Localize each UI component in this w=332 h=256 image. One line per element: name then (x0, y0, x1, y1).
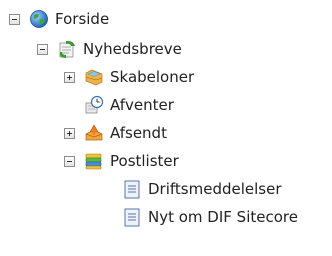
template-folder-icon (85, 69, 103, 86)
tree-node-label: Afventer (110, 96, 174, 114)
tree-node-label: Skabeloner (110, 68, 195, 86)
tree-node-afsendt[interactable]: Afsendt (64, 119, 167, 147)
content-tree: Forside Nyhedsbreve Skabeloner Afventer … (0, 0, 332, 256)
tree-node-label: Nyt om DIF Sitecore (148, 208, 298, 226)
tree-node-afventer[interactable]: Afventer (64, 91, 174, 119)
tree-node-label: Postlister (110, 152, 179, 170)
tree-node-postlister[interactable]: Postlister (64, 147, 179, 175)
expand-toggle-afsendt[interactable] (64, 127, 75, 139)
document-icon (124, 208, 140, 227)
collapse-toggle-nyhedsbreve[interactable] (37, 43, 48, 55)
mailing-list-icon (85, 153, 102, 170)
tree-node-forside[interactable]: Forside (9, 5, 109, 33)
sent-outbox-icon (85, 124, 103, 141)
tree-node-label: Forside (55, 10, 110, 28)
tree-node-label: Driftsmeddelelser (148, 180, 282, 198)
newsletter-icon (59, 40, 75, 58)
tree-node-skabeloner[interactable]: Skabeloner (64, 63, 194, 91)
tree-node-label: Afsendt (110, 124, 167, 142)
tree-node-label: Nyhedsbreve (83, 40, 182, 58)
globe-icon (30, 10, 48, 28)
tree-node-nyhedsbreve[interactable]: Nyhedsbreve (37, 35, 182, 63)
collapse-toggle-postlister[interactable] (64, 155, 75, 167)
expand-toggle-skabeloner[interactable] (64, 71, 75, 83)
tree-node-driftsmeddelelser[interactable]: Driftsmeddelelser (122, 175, 281, 203)
collapse-toggle-forside[interactable] (9, 13, 20, 25)
pending-clock-icon (85, 95, 104, 114)
document-icon (124, 180, 140, 199)
tree-node-nyt-om-dif-sitecore[interactable]: Nyt om DIF Sitecore (122, 203, 298, 231)
